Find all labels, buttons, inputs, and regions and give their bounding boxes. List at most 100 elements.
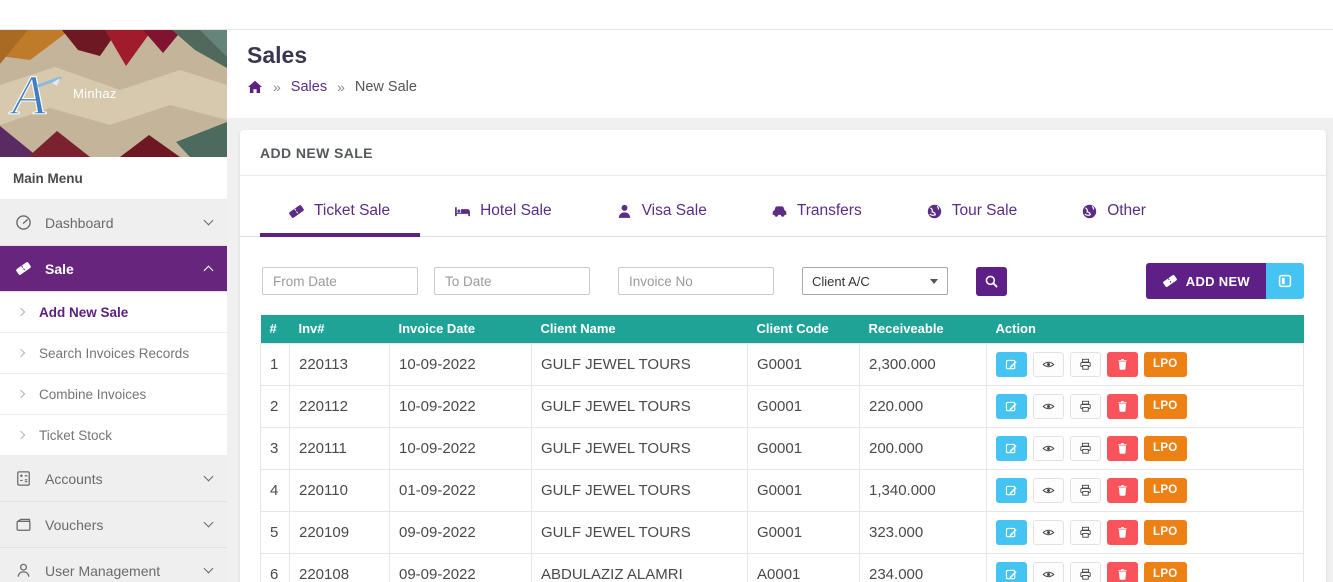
print-button[interactable]	[1070, 478, 1101, 503]
main-content: Sales » Sales » New Sale ADD NEW SALE Ti…	[227, 30, 1333, 582]
lpo-button[interactable]: LPO	[1144, 562, 1187, 582]
page-title: Sales	[247, 42, 1333, 69]
invoice-no-input[interactable]	[618, 267, 774, 295]
lpo-button[interactable]: LPO	[1144, 352, 1187, 377]
eye-icon	[1042, 358, 1055, 371]
action-cell: LPO	[987, 553, 1304, 582]
breadcrumb-current: New Sale	[355, 79, 417, 95]
view-button[interactable]	[1033, 478, 1064, 503]
invoice-number: 220113	[290, 343, 390, 385]
svg-text:A: A	[8, 65, 47, 126]
home-icon[interactable]	[247, 79, 263, 95]
view-button[interactable]	[1033, 352, 1064, 377]
lpo-button[interactable]: LPO	[1144, 520, 1187, 545]
sidebar-item-user-management[interactable]: User Management	[0, 548, 227, 582]
lpo-button[interactable]: LPO	[1144, 394, 1187, 419]
sidebar-item-ticket-stock[interactable]: Ticket Stock	[0, 415, 227, 456]
print-button[interactable]	[1070, 436, 1101, 461]
search-button[interactable]	[976, 267, 1007, 296]
client-code: G0001	[748, 511, 860, 553]
chevron-down-icon	[204, 216, 214, 226]
client-ac-select[interactable]: Client A/C	[802, 267, 948, 295]
tab-visa-sale[interactable]: Visa Sale	[616, 185, 707, 236]
sidebar-item-add-new-sale[interactable]: Add New Sale	[0, 292, 227, 333]
brand-name: Minhaz	[73, 86, 117, 101]
sidebar-item-label: Accounts	[45, 471, 103, 487]
delete-button[interactable]	[1107, 520, 1138, 545]
col-header-receiveable[interactable]: Receiveable	[860, 315, 987, 343]
col-header-client-name[interactable]: Client Name	[532, 315, 748, 343]
trash-icon	[1116, 442, 1129, 455]
print-button[interactable]	[1070, 520, 1101, 545]
table-row: 1 220113 10-09-2022 GULF JEWEL TOURS G00…	[261, 343, 1304, 385]
tab-label: Other	[1107, 202, 1146, 220]
wallet-icon	[15, 516, 32, 533]
col-header-num[interactable]: #	[261, 315, 290, 343]
brand-logo[interactable]: A Minhaz	[0, 30, 227, 157]
print-button[interactable]	[1070, 394, 1101, 419]
sidebar-subitem-label: Combine Invoices	[39, 387, 146, 402]
lpo-button[interactable]: LPO	[1144, 436, 1187, 461]
chevron-down-icon	[204, 518, 214, 528]
edit-button[interactable]	[996, 520, 1027, 545]
invoice-date: 10-09-2022	[390, 385, 532, 427]
col-header-client-code[interactable]: Client Code	[748, 315, 860, 343]
sidebar-subitem-label: Ticket Stock	[39, 428, 112, 443]
sidebar-item-vouchers[interactable]: Vouchers	[0, 502, 227, 548]
view-button[interactable]	[1033, 436, 1064, 461]
col-header-invoice-date[interactable]: Invoice Date	[390, 315, 532, 343]
receivable-amount: 220.000	[860, 385, 987, 427]
tab-other[interactable]: Other	[1081, 185, 1146, 236]
view-button[interactable]	[1033, 520, 1064, 545]
client-name: GULF JEWEL TOURS	[532, 511, 748, 553]
printer-icon	[1079, 484, 1092, 497]
invoice-date: 10-09-2022	[390, 343, 532, 385]
breadcrumb: » Sales » New Sale	[247, 79, 1333, 95]
edit-button[interactable]	[996, 352, 1027, 377]
tab-label: Visa Sale	[642, 202, 707, 220]
breadcrumb-sales-link[interactable]: Sales	[291, 79, 327, 95]
sidebar-item-sale[interactable]: Sale	[0, 246, 227, 292]
car-icon	[771, 203, 788, 220]
edit-button[interactable]	[996, 394, 1027, 419]
tab-ticket-sale[interactable]: Ticket Sale	[288, 185, 390, 236]
row-number: 3	[261, 427, 290, 469]
print-button[interactable]	[1070, 352, 1101, 377]
sidebar-item-combine-invoices[interactable]: Combine Invoices	[0, 374, 227, 415]
person-icon	[616, 203, 633, 220]
delete-button[interactable]	[1107, 436, 1138, 461]
edit-button[interactable]	[996, 562, 1027, 582]
row-number: 5	[261, 511, 290, 553]
column-visibility-button[interactable]	[1266, 263, 1304, 299]
sidebar-item-dashboard[interactable]: Dashboard	[0, 200, 227, 246]
tab-tour-sale[interactable]: Tour Sale	[926, 185, 1017, 236]
client-code: G0001	[748, 343, 860, 385]
pencil-icon	[1005, 484, 1018, 497]
delete-button[interactable]	[1107, 394, 1138, 419]
from-date-input[interactable]	[262, 267, 418, 295]
row-number: 2	[261, 385, 290, 427]
delete-button[interactable]	[1107, 562, 1138, 582]
view-button[interactable]	[1033, 562, 1064, 582]
add-new-button[interactable]: ADD NEW	[1146, 263, 1266, 299]
sale-type-tabs: Ticket Sale Hotel Sale Visa Sale Transfe…	[240, 185, 1326, 237]
print-button[interactable]	[1070, 562, 1101, 582]
view-button[interactable]	[1033, 394, 1064, 419]
pencil-icon	[1005, 526, 1018, 539]
delete-button[interactable]	[1107, 352, 1138, 377]
to-date-input[interactable]	[434, 267, 590, 295]
client-name: ABDULAZIZ ALAMRI	[532, 553, 748, 582]
sidebar-item-accounts[interactable]: Accounts	[0, 456, 227, 502]
col-header-inv[interactable]: Inv#	[290, 315, 390, 343]
edit-button[interactable]	[996, 478, 1027, 503]
tab-hotel-sale[interactable]: Hotel Sale	[454, 185, 552, 236]
card-header-title: ADD NEW SALE	[240, 130, 1326, 176]
delete-button[interactable]	[1107, 478, 1138, 503]
edit-button[interactable]	[996, 436, 1027, 461]
action-cell: LPO	[987, 427, 1304, 469]
tab-transfers[interactable]: Transfers	[771, 185, 862, 236]
sidebar-item-search-invoices-records[interactable]: Search Invoices Records	[0, 333, 227, 374]
lpo-button[interactable]: LPO	[1144, 478, 1187, 503]
ticket-icon	[15, 260, 32, 277]
trash-icon	[1116, 526, 1129, 539]
